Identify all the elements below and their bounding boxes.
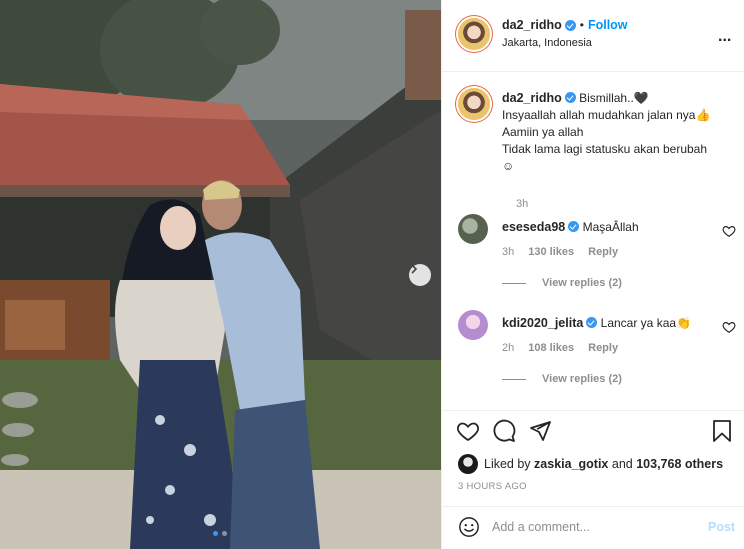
comment-time[interactable]: 2h [502, 342, 514, 354]
commenter-avatar[interactable] [458, 310, 488, 340]
caption-username[interactable]: da2_ridho [502, 91, 562, 105]
comment-text-row: eseseda98 MaşaÂllah [502, 220, 639, 234]
caption-line: Insyaallah allah mudahkan jalan nya👍 [502, 108, 711, 122]
liked-by-row: Liked by zaskia_gotix and 103,768 others [458, 454, 723, 474]
commenter-username[interactable]: kdi2020_jelita [502, 316, 583, 330]
caption-author-avatar[interactable] [458, 88, 490, 120]
smiley-icon[interactable] [458, 516, 480, 538]
reply-button[interactable]: Reply [588, 342, 618, 354]
post-location[interactable]: Jakarta, Indonesia [502, 37, 592, 49]
caption-body: da2_ridho Bismillah..🖤 Insyaallah allah … [502, 90, 742, 175]
post-side-panel: da2_ridho • Follow Jakarta, Indonesia ..… [441, 0, 744, 549]
view-replies-label: View replies (2) [542, 277, 622, 289]
commenter-username[interactable]: eseseda98 [502, 220, 565, 234]
separator-dot: • [579, 18, 584, 32]
liker-username[interactable]: zaskia_gotix [534, 457, 608, 471]
instagram-post: da2_ridho • Follow Jakarta, Indonesia ..… [0, 0, 744, 549]
caption-line: Bismillah..🖤 [579, 91, 649, 105]
heart-icon[interactable] [456, 419, 480, 443]
comment-time[interactable]: 3h [502, 246, 514, 258]
likes-count[interactable]: 103,768 others [636, 457, 723, 471]
post-header: da2_ridho • Follow Jakarta, Indonesia ..… [442, 0, 744, 72]
chevron-right-icon [411, 264, 418, 274]
liked-by-and: and [611, 457, 633, 471]
liker-avatar[interactable] [458, 454, 478, 474]
verified-badge-icon [564, 92, 576, 103]
liked-by-prefix: Liked by [484, 457, 531, 471]
replies-divider [502, 378, 526, 380]
next-slide-button[interactable] [409, 264, 431, 286]
comment-likes[interactable]: 130 likes [528, 246, 574, 258]
post-actions: Liked by zaskia_gotix and 103,768 others… [442, 410, 744, 506]
reply-button[interactable]: Reply [588, 246, 618, 258]
caption-line: Aamiin ya allah [502, 125, 584, 139]
comment-meta: 3h 130 likes Reply [502, 246, 618, 258]
add-comment-bar: Post [442, 506, 744, 549]
comment-likes[interactable]: 108 likes [528, 342, 574, 354]
comment-input[interactable] [492, 516, 692, 538]
carousel-indicator [213, 531, 227, 536]
post-comment-button[interactable]: Post [708, 520, 735, 534]
caption-first-line: da2_ridho Bismillah..🖤 [502, 90, 742, 107]
comment-text: MaşaÂllah [582, 220, 639, 234]
replies-divider [502, 282, 526, 284]
carousel-dot-active [213, 531, 218, 536]
verified-badge-icon [568, 221, 580, 232]
caption-line: Tidak lama lagi statusku akan berubah [502, 142, 708, 156]
view-replies-label: View replies (2) [542, 373, 622, 385]
verified-badge-icon [564, 19, 576, 31]
header-title-row: da2_ridho • Follow [502, 18, 628, 32]
comments-section[interactable]: da2_ridho Bismillah..🖤 Insyaallah allah … [442, 72, 744, 410]
paper-plane-icon[interactable] [528, 419, 552, 443]
comment-text-row: kdi2020_jelita Lancar ya kaa👏 [502, 316, 691, 330]
post-timestamp[interactable]: 3 HOURS AGO [458, 481, 527, 492]
comment-text: Lancar ya kaa👏 [600, 316, 691, 330]
follow-button[interactable]: Follow [588, 18, 628, 32]
bookmark-icon[interactable] [710, 419, 734, 443]
caption-timestamp[interactable]: 3h [516, 198, 528, 210]
carousel-dot [222, 531, 227, 536]
verified-badge-icon [586, 317, 598, 328]
commenter-avatar[interactable] [458, 214, 488, 244]
comment-meta: 2h 108 likes Reply [502, 342, 618, 354]
heart-icon[interactable] [722, 320, 736, 334]
heart-icon[interactable] [722, 224, 736, 238]
post-photo[interactable] [0, 0, 441, 549]
view-replies-button[interactable]: View replies (2) [502, 373, 622, 385]
author-avatar[interactable] [458, 18, 490, 50]
photo-scene [0, 0, 441, 549]
comment-icon[interactable] [492, 419, 516, 443]
more-options-icon[interactable]: ... [718, 28, 731, 46]
view-replies-button[interactable]: View replies (2) [502, 277, 622, 289]
author-username[interactable]: da2_ridho [502, 18, 562, 32]
caption-line: ☺ [502, 159, 515, 173]
